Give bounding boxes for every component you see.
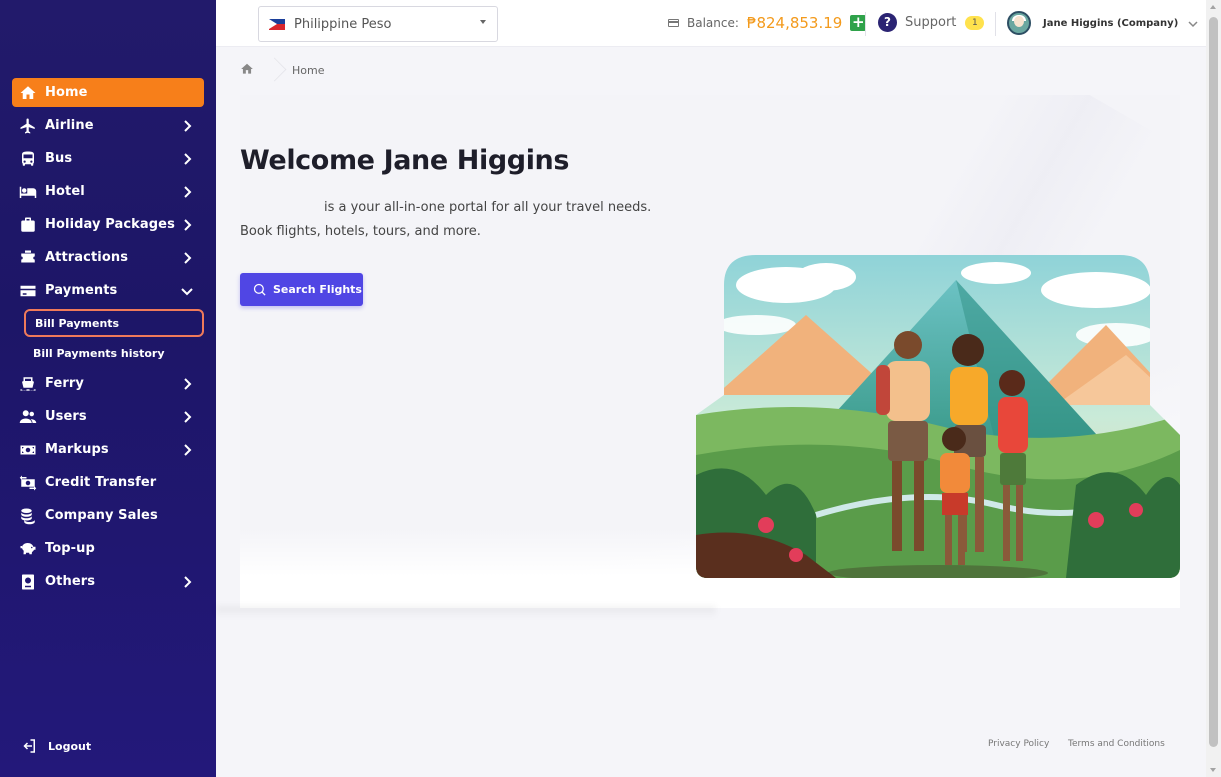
breadcrumb-current: Home xyxy=(292,63,325,77)
sidebar-item-payments[interactable]: Payments xyxy=(12,276,204,305)
balance-display: Balance: ₱824,853.19 + xyxy=(668,14,867,32)
page-title: Welcome Jane Higgins xyxy=(240,145,570,176)
support-button[interactable]: ? Support 1 xyxy=(878,13,985,32)
user-name: Jane Higgins (Company) xyxy=(1043,17,1179,29)
sidebar-item-credit-transfer[interactable]: Credit Transfer xyxy=(12,468,204,497)
logout-label: Logout xyxy=(48,739,92,753)
chevron-down-icon xyxy=(1188,14,1198,33)
ferry-icon xyxy=(18,374,38,394)
scroll-down-icon[interactable] xyxy=(1210,768,1216,772)
chevron-right-icon xyxy=(180,118,194,132)
users-icon xyxy=(18,407,38,427)
passport-icon xyxy=(18,572,38,592)
ticket-icon xyxy=(18,248,38,268)
plane-icon xyxy=(18,116,38,136)
chevron-down-icon xyxy=(180,283,194,297)
scroll-up-icon[interactable] xyxy=(1210,5,1216,9)
sidebar-item-others[interactable]: Others xyxy=(12,567,204,596)
suitcase-icon xyxy=(18,215,38,235)
terms-link[interactable]: Terms and Conditions xyxy=(1068,739,1165,749)
sidebar-item-hotel[interactable]: Hotel xyxy=(12,177,204,206)
sidebar-item-label: Top-up xyxy=(45,541,95,556)
divider xyxy=(865,12,866,36)
wallet-icon xyxy=(668,19,679,27)
search-flights-label: Search Flights xyxy=(273,283,362,296)
sidebar-item-label: Bus xyxy=(45,151,73,166)
sidebar-item-label: Airline xyxy=(45,118,94,133)
philippines-flag-icon xyxy=(269,18,285,30)
sidebar-item-label: Attractions xyxy=(45,250,129,265)
sidebar-item-holiday-packages[interactable]: Holiday Packages xyxy=(12,210,204,239)
breadcrumb: Home xyxy=(240,60,324,80)
bed-icon xyxy=(18,182,38,202)
privacy-policy-link[interactable]: Privacy Policy xyxy=(988,739,1049,749)
chevron-right-icon xyxy=(180,376,194,390)
support-label: Support xyxy=(905,15,957,30)
sidebar-item-label: Others xyxy=(45,574,96,589)
sidebar-nav: Home Airline Bus Hotel Holiday Packages … xyxy=(12,78,204,600)
chevron-right-icon xyxy=(180,217,194,231)
chevron-right-icon xyxy=(180,184,194,198)
chevron-right-icon xyxy=(180,442,194,456)
add-balance-button[interactable]: + xyxy=(850,15,867,31)
sidebar-subitem-label: Bill Payments xyxy=(35,316,120,330)
home-icon xyxy=(18,83,38,103)
sidebar-item-label: Markups xyxy=(45,442,109,457)
hero-description: Book flights, hotels, tours, and more. xyxy=(240,224,481,239)
money-icon xyxy=(18,440,38,460)
sidebar-item-label: Ferry xyxy=(45,376,84,391)
sidebar-item-label: Home xyxy=(45,85,88,100)
sidebar: Home Airline Bus Hotel Holiday Packages … xyxy=(0,0,216,777)
avatar xyxy=(1007,11,1031,35)
sidebar-subitem-label: Bill Payments history xyxy=(33,346,165,360)
sidebar-item-ferry[interactable]: Ferry xyxy=(12,369,204,398)
scrollbar-thumb[interactable] xyxy=(1209,17,1218,747)
sidebar-item-airline[interactable]: Airline xyxy=(12,111,204,140)
coins-icon xyxy=(18,506,38,526)
card-icon xyxy=(18,281,38,301)
family-travel-illustration xyxy=(696,255,1180,578)
sidebar-item-home[interactable]: Home xyxy=(12,78,204,107)
top-bar: Philippine Peso Balance: ₱824,853.19 + ?… xyxy=(216,0,1206,47)
sidebar-subitem-bill-payments-history[interactable]: Bill Payments history xyxy=(24,339,204,367)
sidebar-item-company-sales[interactable]: Company Sales xyxy=(12,501,204,530)
sidebar-item-markups[interactable]: Markups xyxy=(12,435,204,464)
sidebar-item-label: Payments xyxy=(45,283,118,298)
sidebar-item-label: Credit Transfer xyxy=(45,475,157,490)
breadcrumb-divider xyxy=(268,56,280,84)
sidebar-item-bus[interactable]: Bus xyxy=(12,144,204,173)
sidebar-item-top-up[interactable]: Top-up xyxy=(12,534,204,563)
transfer-icon xyxy=(18,473,38,493)
chevron-right-icon xyxy=(180,151,194,165)
support-badge: 1 xyxy=(965,15,985,30)
scrollbar[interactable] xyxy=(1206,0,1221,777)
logout-button[interactable]: Logout xyxy=(20,737,91,755)
sidebar-item-label: Hotel xyxy=(45,184,85,199)
balance-label: Balance: xyxy=(687,16,739,30)
home-icon[interactable] xyxy=(240,61,254,80)
sidebar-subitem-bill-payments[interactable]: Bill Payments xyxy=(24,309,204,337)
chevron-right-icon xyxy=(180,409,194,423)
bus-icon xyxy=(18,149,38,169)
card-shadow xyxy=(216,606,716,618)
balance-value: ₱824,853.19 xyxy=(746,14,843,32)
currency-value: Philippine Peso xyxy=(294,16,392,32)
user-menu[interactable]: Jane Higgins (Company) xyxy=(1007,11,1198,35)
divider xyxy=(995,12,996,36)
chevron-right-icon xyxy=(180,574,194,588)
hero-description: is a your all-in-one portal for all your… xyxy=(324,200,652,215)
piggy-bank-icon xyxy=(18,539,38,559)
sidebar-item-users[interactable]: Users xyxy=(12,402,204,431)
sidebar-item-label: Users xyxy=(45,409,87,424)
logout-icon xyxy=(23,739,35,753)
help-icon: ? xyxy=(878,13,897,32)
sidebar-item-label: Holiday Packages xyxy=(45,217,175,232)
search-flights-button[interactable]: Search Flights xyxy=(240,273,363,306)
search-icon xyxy=(253,283,266,296)
sidebar-item-label: Company Sales xyxy=(45,508,158,523)
sidebar-item-attractions[interactable]: Attractions xyxy=(12,243,204,272)
caret-down-icon xyxy=(480,20,486,24)
currency-select[interactable]: Philippine Peso xyxy=(258,6,498,42)
chevron-right-icon xyxy=(180,250,194,264)
